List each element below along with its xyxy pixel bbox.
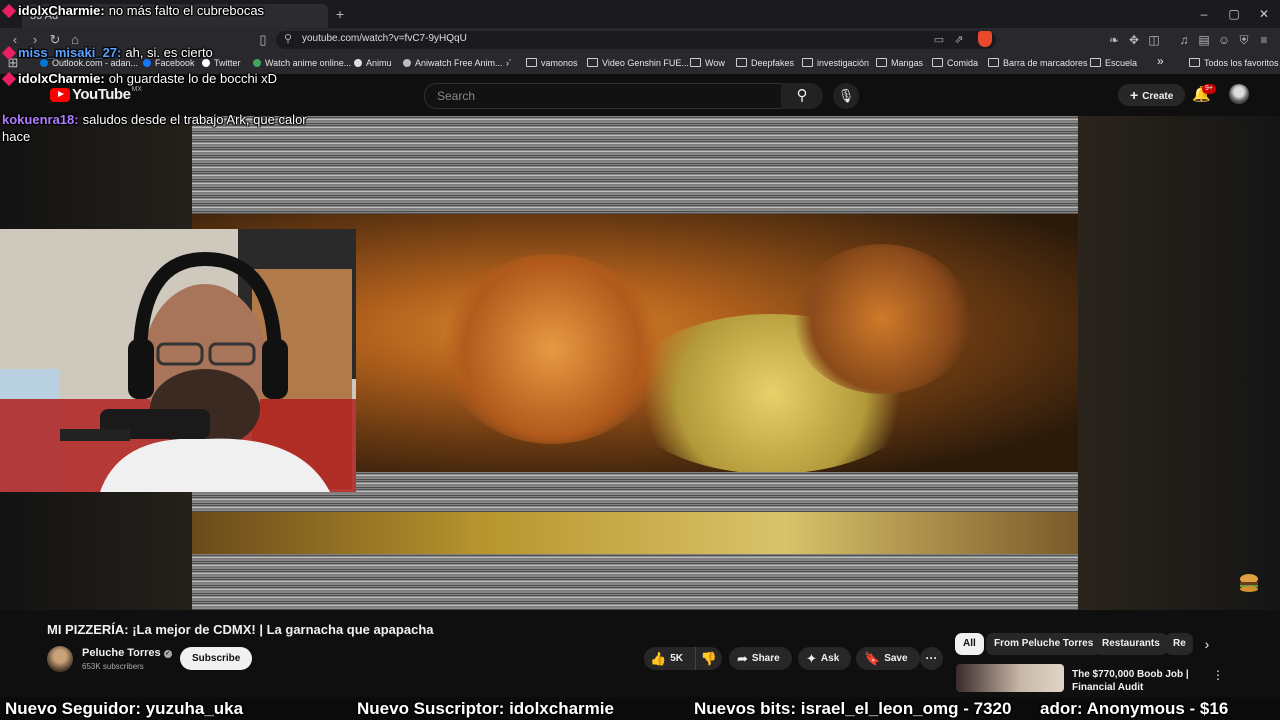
thumbs-up-icon: 👍 bbox=[650, 651, 667, 666]
chip-restaurants[interactable]: Restaurants bbox=[1094, 633, 1168, 655]
folder-icon bbox=[587, 58, 598, 67]
channel-avatar[interactable] bbox=[47, 646, 73, 672]
folder-icon bbox=[876, 58, 887, 67]
folder-icon bbox=[690, 58, 701, 67]
bookmark-icon: 🔖 bbox=[864, 651, 881, 666]
more-actions-button[interactable]: ··· bbox=[920, 647, 943, 670]
bookmark-folder[interactable]: investigación bbox=[802, 56, 869, 70]
share-arrow-icon: ➦ bbox=[737, 651, 748, 666]
sidebar-icon[interactable]: ◫ bbox=[1146, 32, 1162, 48]
alert-new-bits: Nuevos bits: israel_el_leon_omg - 7320 bbox=[694, 699, 1012, 718]
vpn-icon[interactable]: ⛨ bbox=[1236, 32, 1252, 48]
all-favorites-folder[interactable]: Todos los favoritos bbox=[1189, 56, 1279, 70]
chip-all[interactable]: All bbox=[955, 633, 984, 655]
new-tab-button[interactable]: + bbox=[330, 5, 350, 23]
recommended-video-thumbnail[interactable] bbox=[956, 664, 1064, 692]
subscriber-badge-icon bbox=[1, 71, 17, 87]
site-icon bbox=[354, 59, 362, 67]
profile-icon[interactable]: ☺ bbox=[1216, 32, 1232, 48]
folder-icon bbox=[1189, 58, 1200, 67]
extension-leaf-icon[interactable]: ❧ bbox=[1106, 32, 1122, 48]
ambient-glow-right bbox=[1078, 116, 1280, 610]
close-icon[interactable]: ✕ bbox=[1250, 4, 1278, 24]
site-icon bbox=[403, 59, 411, 67]
alert-new-subscriber: Nuevo Suscriptor: idolxcharmie bbox=[357, 699, 614, 718]
bookmark-folder[interactable]: Mangas bbox=[876, 56, 923, 70]
wallet-icon[interactable]: ▤ bbox=[1196, 32, 1212, 48]
save-button[interactable]: 🔖 Save bbox=[856, 647, 920, 670]
bookmark-folder[interactable]: Wow bbox=[690, 56, 725, 70]
bookmark-folder[interactable]: Comida bbox=[932, 56, 978, 70]
video-static-band bbox=[192, 554, 1078, 610]
bookmark-folder[interactable]: Barra de marcadores bbox=[988, 56, 1088, 70]
bookmarks-overflow-chevron-icon[interactable]: » bbox=[1157, 54, 1164, 68]
subscriber-badge-icon bbox=[1, 45, 17, 61]
chip-from-channel[interactable]: From Peluche Torres bbox=[986, 633, 1102, 655]
chat-message: idolxCharmie: oh guardaste lo de bocchi x… bbox=[1, 70, 307, 87]
dislike-button[interactable]: 👎 bbox=[695, 647, 722, 670]
ask-button[interactable]: ✦ Ask bbox=[798, 647, 852, 670]
hamburger-emoji-icon bbox=[1240, 574, 1258, 592]
menu-icon[interactable]: ≡ bbox=[1256, 32, 1272, 48]
subscriber-count: 653K subscribers bbox=[82, 662, 144, 671]
share-button[interactable]: ➦ Share bbox=[729, 647, 792, 670]
cast-icon[interactable]: ▭ bbox=[932, 33, 946, 47]
folder-icon bbox=[736, 58, 747, 67]
notification-count-badge: 9+ bbox=[1202, 84, 1216, 94]
subscribe-button[interactable]: Subscribe bbox=[180, 647, 253, 670]
folder-icon bbox=[802, 58, 813, 67]
folder-icon bbox=[932, 58, 943, 67]
bookmark-folder[interactable]: Escuela bbox=[1090, 56, 1137, 70]
video-food-shape bbox=[792, 244, 972, 394]
folder-icon bbox=[988, 58, 999, 67]
search-box bbox=[424, 83, 782, 109]
url-text: youtube.com/watch?v=fvC7-9yHQqU bbox=[302, 33, 467, 44]
thumbs-down-icon: 👎 bbox=[700, 651, 718, 666]
sparkle-icon: ✦ bbox=[806, 651, 817, 666]
create-button[interactable]: + Create bbox=[1118, 84, 1186, 106]
alert-new-follower: Nuevo Seguidor: yuzuha_uka bbox=[5, 699, 244, 718]
kebab-menu-icon[interactable]: ⋮ bbox=[1212, 668, 1224, 682]
music-icon[interactable]: ♫ bbox=[1176, 32, 1192, 48]
bookmark-folder[interactable]: vamonos bbox=[526, 56, 578, 70]
subscriber-badge-icon bbox=[1, 3, 17, 19]
share-page-icon[interactable]: ⇗ bbox=[952, 33, 966, 47]
url-field[interactable]: ⚲ youtube.com/watch?v=fvC7-9yHQqU ▭ ⇗ bbox=[276, 31, 996, 49]
chevron-right-icon[interactable]: › bbox=[1199, 636, 1215, 652]
youtube-logo[interactable]: YouTubeMX bbox=[50, 86, 142, 104]
chat-message: miss_misaki_27: ah, si. es cierto bbox=[1, 44, 307, 61]
folder-icon bbox=[1090, 58, 1101, 67]
video-frame-food bbox=[192, 512, 1078, 554]
chip-truncated[interactable]: Re bbox=[1165, 633, 1193, 655]
channel-name[interactable]: Peluche Torres ✓ bbox=[82, 647, 172, 659]
plus-icon: + bbox=[1130, 87, 1139, 103]
folder-icon bbox=[526, 58, 537, 67]
brave-shields-icon[interactable] bbox=[978, 31, 992, 47]
chat-message: kokuenra18: saludos desde el trabajo Ark,… bbox=[2, 112, 307, 144]
video-title: MI PIZZERÍA: ¡La mejor de CDMX! | La gar… bbox=[47, 622, 434, 637]
microphone-icon[interactable]: 🎙 bbox=[833, 83, 859, 109]
alert-donation: ador: Anonymous - $16 bbox=[1040, 699, 1229, 718]
account-avatar[interactable] bbox=[1229, 84, 1249, 104]
extensions-icon[interactable]: ✥ bbox=[1126, 32, 1142, 48]
verified-check-icon: ✓ bbox=[163, 650, 172, 658]
minimize-icon[interactable]: – bbox=[1190, 4, 1218, 24]
recommended-video-title[interactable]: The $770,000 Boob Job | Financial Audit bbox=[1072, 668, 1202, 694]
bookmark-overflow-icon[interactable]: ›ʼ bbox=[506, 56, 511, 70]
search-icon[interactable]: ⚲ bbox=[781, 83, 823, 109]
streamer-webcam bbox=[0, 229, 356, 492]
chat-message: idolxCharmie: no más falto el cubrebocas bbox=[1, 2, 307, 19]
youtube-play-icon bbox=[50, 87, 70, 102]
bookmark-item[interactable]: Aniwatch Free Anim... bbox=[403, 56, 503, 70]
video-static-band bbox=[192, 116, 1078, 214]
search-input[interactable] bbox=[425, 84, 757, 108]
like-button[interactable]: 👍 5K bbox=[644, 647, 700, 670]
maximize-icon[interactable]: ▢ bbox=[1220, 4, 1248, 24]
webcam-feed-image bbox=[0, 229, 356, 492]
bookmark-item[interactable]: Animu bbox=[354, 56, 392, 70]
bookmark-folder[interactable]: Deepfakes bbox=[736, 56, 794, 70]
bookmark-folder[interactable]: Video Genshin FUE... bbox=[587, 56, 689, 70]
